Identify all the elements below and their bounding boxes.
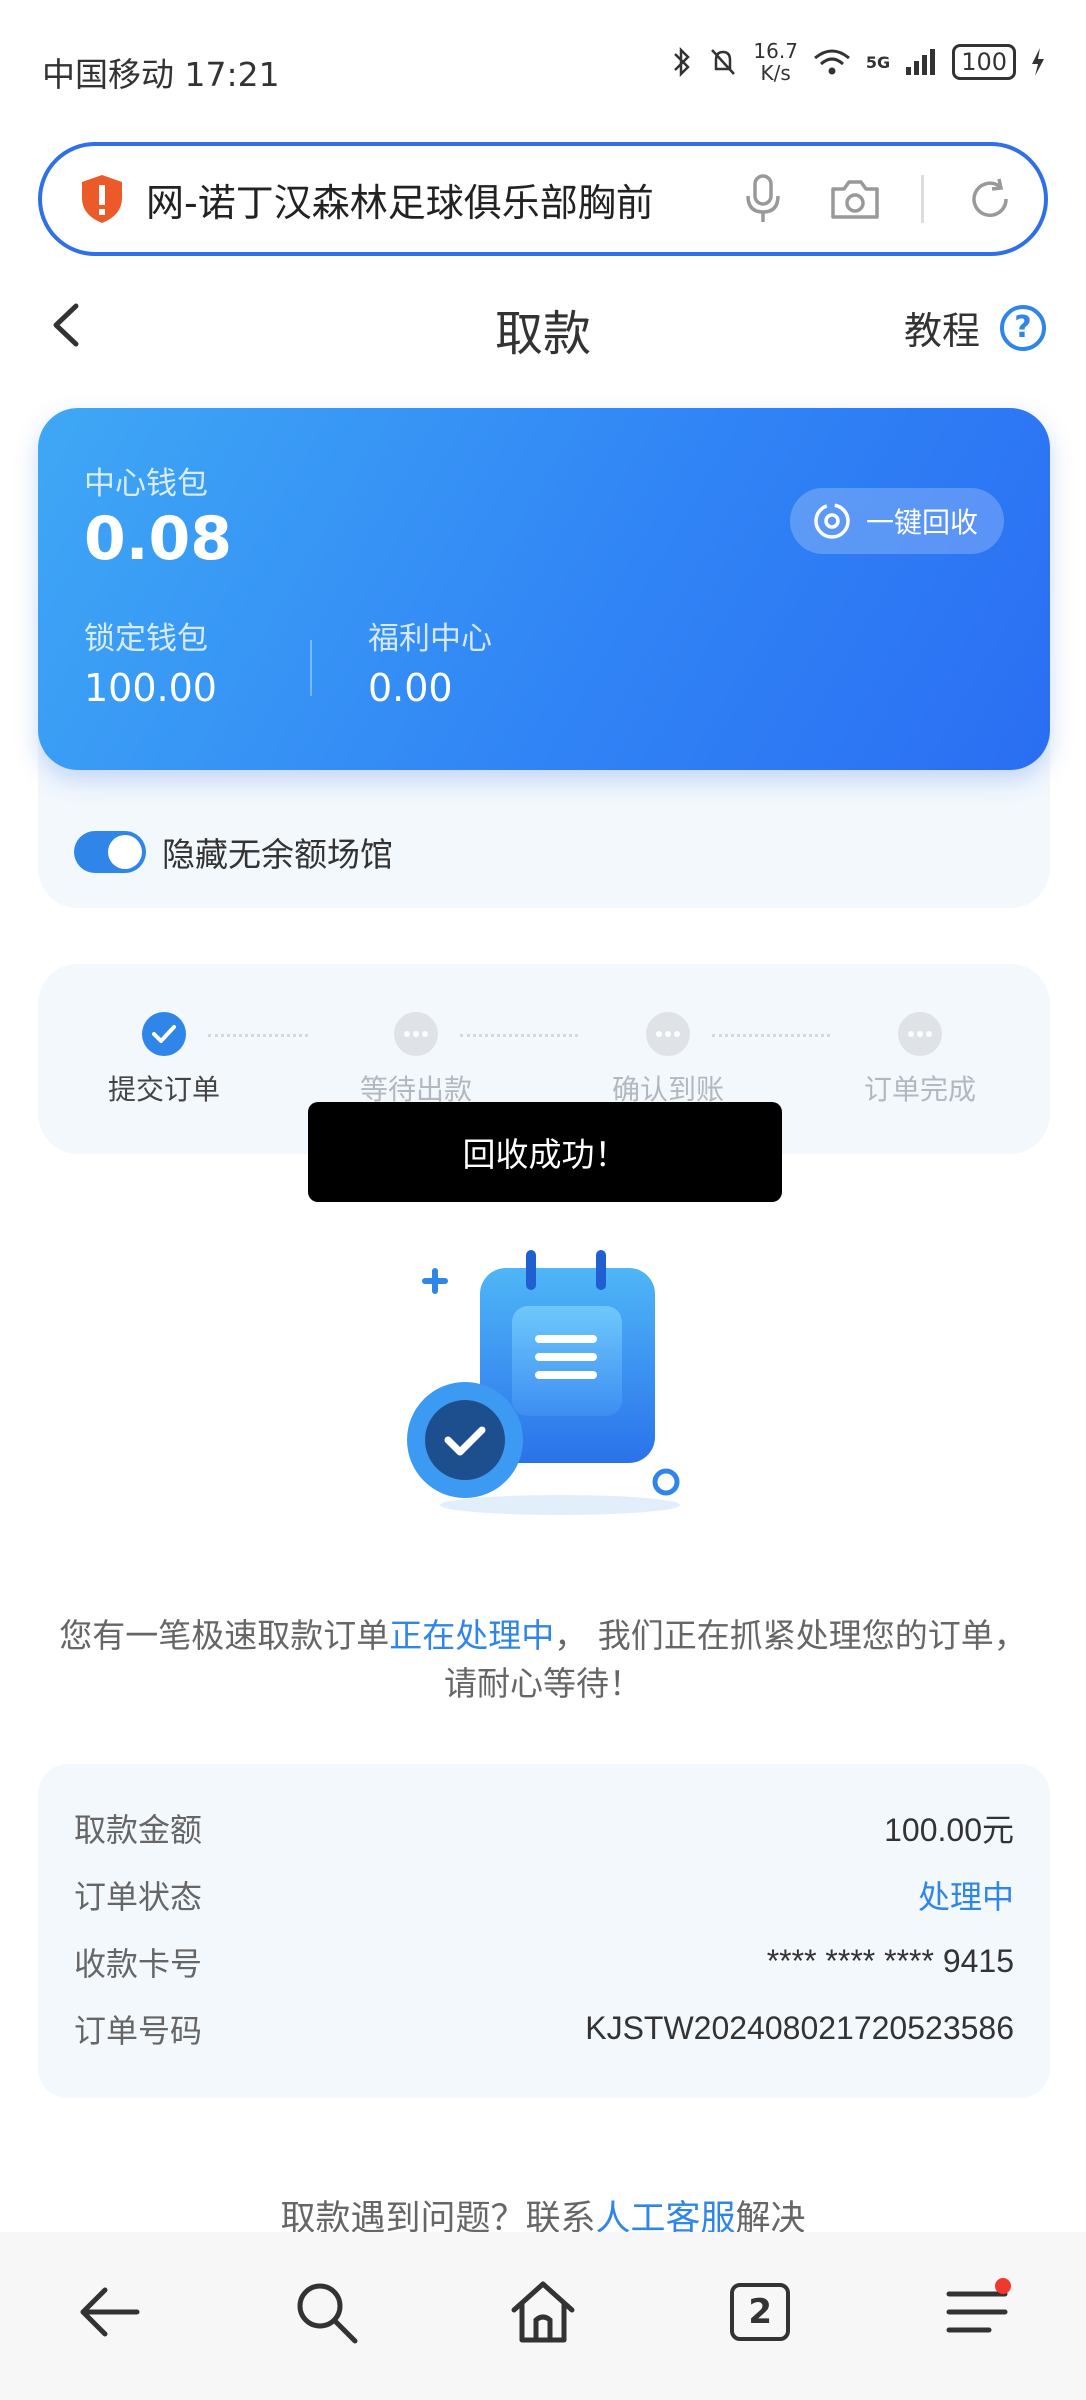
network-type: 5G: [865, 52, 891, 72]
toast-message: 回收成功！: [308, 1102, 782, 1202]
center-wallet-label: 中心钱包: [84, 466, 208, 502]
pending-dots-icon: [394, 1012, 438, 1056]
search-icon: [297, 2283, 358, 2344]
security-warning-icon: [82, 175, 122, 223]
detail-key: 订单状态: [74, 1877, 203, 1916]
help-icon: ?: [1000, 304, 1046, 351]
tab-count-icon: 2: [730, 2283, 791, 2341]
battery-indicator: 100: [952, 44, 1016, 80]
nav-menu-button[interactable]: [937, 2272, 1017, 2352]
mute-icon: [711, 49, 736, 75]
step-submit-order: 提交订单: [84, 1012, 244, 1108]
status-bar: 中国移动 17:21 16.7 K/s 5G 100: [0, 0, 1086, 140]
detail-row-card: 收款卡号 **** **** **** 9415: [74, 1928, 1014, 1995]
wifi-icon: [813, 49, 850, 75]
refresh-icon[interactable]: [964, 173, 1016, 225]
status-icons: 16.7 K/s 5G 100: [671, 40, 1046, 84]
step-confirm-arrival: 确认到账: [588, 1012, 748, 1108]
page-header: 取款 教程 ?: [0, 280, 1086, 370]
arrow-left-icon: [80, 2287, 140, 2337]
detail-key: 订单号码: [74, 2011, 203, 2050]
message-part1: 您有一笔极速取款订单: [59, 1616, 390, 1655]
message-highlight: 正在处理中: [389, 1616, 555, 1655]
order-clipboard-illustration: [407, 1250, 680, 1515]
step-awaiting-payout: 等待出款: [336, 1012, 496, 1108]
detail-row-status: 订单状态 处理中: [74, 1861, 1014, 1928]
hide-empty-venues-label: 隐藏无余额场馆: [162, 835, 393, 874]
detail-key: 取款金额: [74, 1810, 203, 1849]
locked-wallet-label: 锁定钱包: [84, 621, 208, 657]
recycle-label: 一键回收: [865, 506, 978, 539]
one-click-recycle-button[interactable]: 一键回收: [789, 488, 1004, 554]
tutorial-label: 教程: [903, 309, 980, 353]
wallet-divider: [310, 640, 312, 696]
pending-dots-icon: [646, 1012, 690, 1056]
bluetooth-icon: [674, 46, 691, 78]
nav-back-button[interactable]: [69, 2272, 149, 2352]
network-speed: 16.7 K/s: [753, 39, 798, 85]
signal-icon: [906, 49, 936, 75]
step-order-complete: 订单完成: [840, 1012, 1000, 1108]
nav-tabs-button[interactable]: 2: [720, 2272, 800, 2352]
nav-search-button[interactable]: [286, 2272, 366, 2352]
pending-dots-icon: [898, 1012, 942, 1056]
browser-address-bar[interactable]: 网-诺丁汉森林足球俱乐部胸前: [38, 142, 1048, 256]
recycle-icon: [814, 503, 850, 539]
step-label: 订单完成: [863, 1073, 976, 1106]
card-number: **** **** **** 9415: [766, 1943, 1014, 1979]
carrier-time: 中国移动 17:21: [42, 55, 280, 94]
order-status: 处理中: [917, 1878, 1014, 1915]
locked-wallet-balance: 100.00: [84, 666, 217, 710]
order-details: 取款金额 100.00元 订单状态 处理中 收款卡号 **** **** ***…: [38, 1764, 1050, 2098]
wallet-card: 中心钱包 0.08 一键回收 锁定钱包 100.00 福利中心 0.00: [38, 408, 1050, 770]
address-bar-divider: [921, 175, 924, 223]
nav-home-button[interactable]: [503, 2272, 583, 2352]
microphone-icon[interactable]: [737, 173, 789, 225]
detail-row-amount: 取款金额 100.00元: [74, 1794, 1014, 1861]
order-number: KJSTW202408021720523586: [585, 2010, 1014, 2046]
processing-message: 您有一笔极速取款订单正在处理中， 我们正在抓紧处理您的订单， 请耐心等待！: [40, 1612, 1046, 1708]
camera-icon[interactable]: [829, 173, 881, 225]
detail-row-order-number: 订单号码 KJSTW202408021720523586: [74, 1995, 1014, 2062]
url-text[interactable]: 网-诺丁汉森林足球俱乐部胸前: [146, 172, 697, 227]
browser-bottom-nav: 2: [0, 2232, 1086, 2400]
hide-empty-venues-row: 隐藏无余额场馆: [74, 828, 393, 876]
hide-empty-venues-toggle[interactable]: [74, 831, 146, 873]
tutorial-button[interactable]: 教程 ?: [904, 300, 1046, 355]
home-icon: [511, 2281, 575, 2343]
welfare-center-balance: 0.00: [368, 666, 453, 710]
charging-icon: [1032, 48, 1044, 76]
message-part2: ， 我们正在抓紧处理您的订单，: [554, 1616, 1027, 1655]
withdraw-amount: 100.00元: [884, 1811, 1014, 1848]
step-label: 提交订单: [107, 1073, 220, 1106]
center-wallet-balance: 0.08: [84, 504, 233, 574]
welfare-center-label: 福利中心: [368, 621, 492, 657]
detail-key: 收款卡号: [74, 1944, 203, 1983]
check-icon: [142, 1012, 186, 1056]
message-line2: 请耐心等待！: [444, 1664, 642, 1703]
